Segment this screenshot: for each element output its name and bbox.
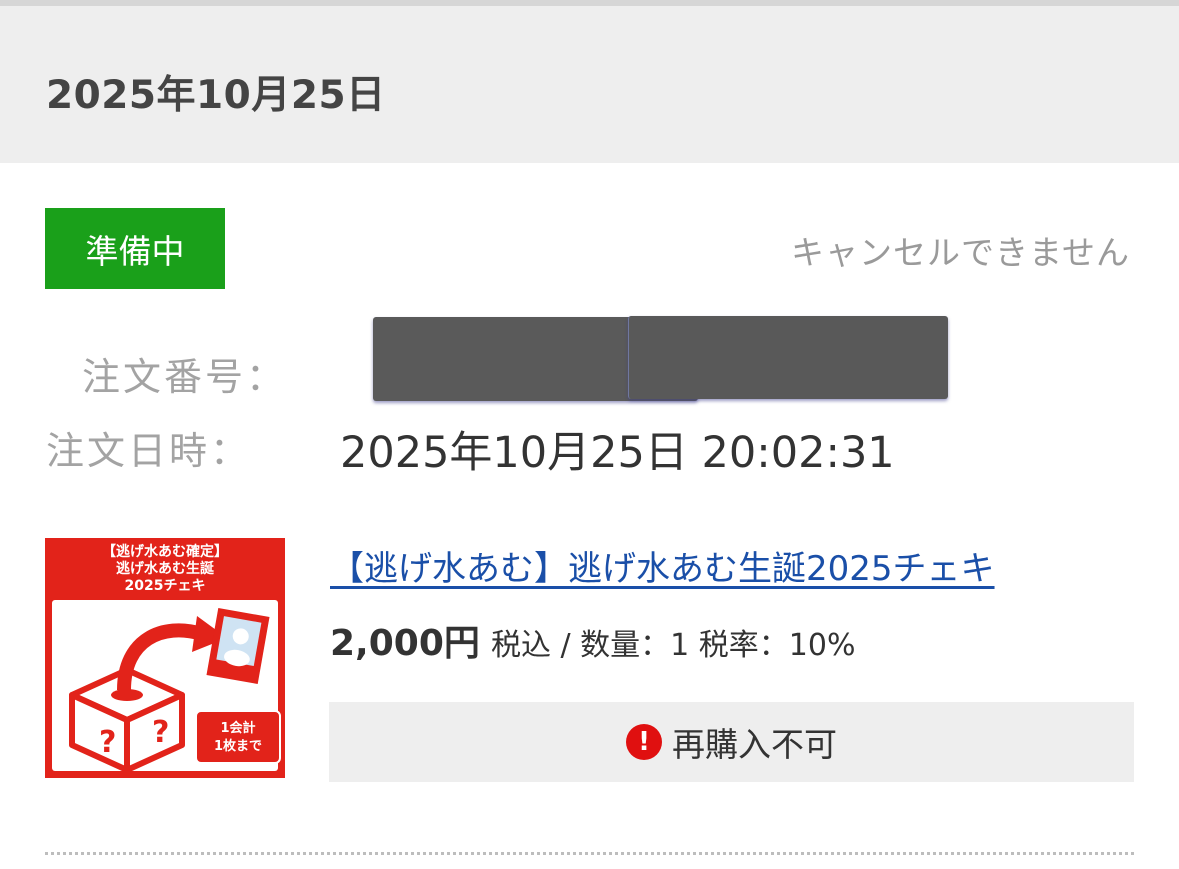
cancel-note: キャンセルできません <box>790 233 1130 272</box>
order-datetime-label: 注文日時： <box>46 429 252 473</box>
order-datetime-value: 2025年10月25日 20:02:31 <box>340 428 895 478</box>
rebuy-label: 再購入不可 <box>672 725 837 764</box>
rebuy-unavailable-box: ! 再購入不可 <box>329 702 1134 782</box>
thumbnail-heading: 【逃げ水あむ確定】 逃げ水あむ生誕 2025チェキ <box>102 544 228 594</box>
purchase-limit-badge: 1会計 1枚まで <box>195 710 281 764</box>
price-meta: 税込 / 数量：1 税率：10% <box>490 628 856 663</box>
product-thumbnail[interactable]: 【逃げ水あむ確定】 逃げ水あむ生誕 2025チェキ ? ? 1会計 1枚まで <box>45 538 285 778</box>
product-title-link[interactable]: 【逃げ水あむ】逃げ水あむ生誕2025チェキ <box>330 541 995 590</box>
order-number-label: 注文番号： <box>82 355 288 399</box>
svg-text:?: ? <box>152 715 169 750</box>
status-badge: 準備中 <box>45 208 225 289</box>
divider <box>45 852 1134 855</box>
order-date-heading: 2025年10月25日 <box>46 73 386 118</box>
price-value: 2,000円 <box>330 623 480 664</box>
redacted-order-number-part <box>628 316 948 399</box>
date-section-header: 2025年10月25日 <box>0 6 1179 163</box>
alert-icon: ! <box>626 724 662 760</box>
price-line: 2,000円 税込 / 数量：1 税率：10% <box>330 614 855 666</box>
svg-text:?: ? <box>99 725 116 760</box>
